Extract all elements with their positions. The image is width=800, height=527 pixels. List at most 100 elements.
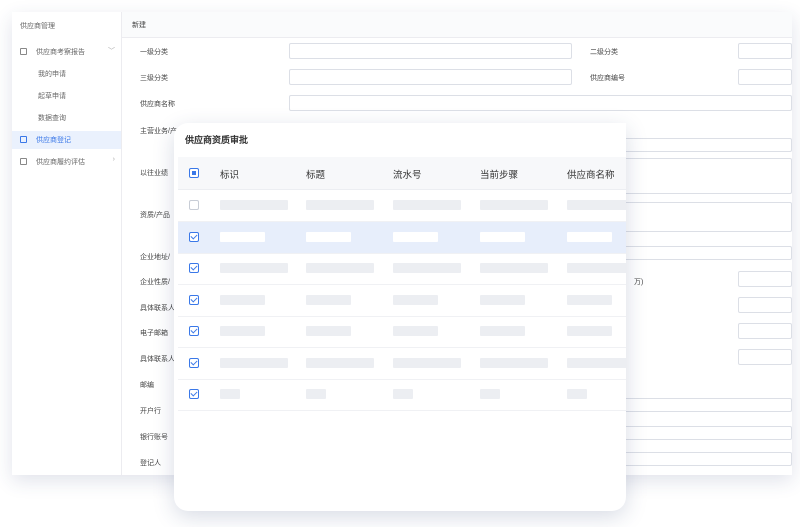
sidebar-item-label: 供应商考察报告 (36, 49, 85, 56)
cell-placeholder (393, 200, 461, 210)
table-row[interactable] (178, 285, 626, 317)
bank-input[interactable] (612, 398, 792, 412)
row-checkbox[interactable] (189, 326, 199, 336)
cell-placeholder (220, 357, 288, 368)
cell-placeholder (393, 294, 438, 305)
calendar-icon (20, 48, 27, 55)
label-level1: 一级分类 (140, 49, 168, 56)
column-header[interactable]: 当前步骤 (480, 167, 518, 181)
label-supplier-code: 供应商编号 (590, 75, 625, 82)
cell-placeholder (306, 231, 351, 242)
table-row[interactable] (178, 190, 626, 222)
label-nature: 企业性质/ (140, 279, 170, 286)
cell-placeholder (306, 389, 326, 399)
label-qualification: 资质/产品 (140, 212, 170, 219)
select-all-checkbox[interactable] (189, 168, 199, 178)
sidebar-item-label: 供应商登记 (36, 137, 71, 144)
capital-input[interactable] (738, 271, 792, 287)
account-input[interactable] (612, 426, 792, 440)
label-level3: 三级分类 (140, 75, 168, 82)
row-checkbox[interactable] (189, 357, 199, 368)
cell-placeholder (306, 326, 351, 336)
cell-placeholder (220, 263, 288, 273)
label-registrant: 登记人 (140, 460, 161, 467)
cell-placeholder (393, 389, 413, 399)
cell-placeholder (393, 231, 438, 242)
sidebar: 供应商管理 供应商考察报告 ﹀ 我的申请 起草申请 数据查询 供应商登记 供应商… (12, 12, 122, 475)
sidebar-item-draft-application[interactable]: 起草申请 (12, 87, 121, 105)
page-title: 新建 (132, 22, 146, 29)
cell-placeholder (480, 200, 548, 210)
column-header[interactable]: 标题 (306, 167, 325, 181)
cell-placeholder (306, 357, 374, 368)
cell-placeholder (480, 294, 525, 305)
past-performance-input[interactable] (612, 158, 792, 194)
address-input[interactable] (612, 246, 792, 260)
level1-input[interactable] (289, 43, 572, 59)
column-header[interactable]: 供应商名称 (567, 167, 615, 181)
page-header: 新建 (122, 12, 792, 38)
qualification-input[interactable] (612, 202, 792, 232)
label-past-performance: 以往业绩 (140, 170, 168, 177)
chevron-right-icon: › (112, 156, 115, 163)
table-row[interactable] (178, 221, 626, 254)
level3-input[interactable] (289, 69, 572, 85)
cell-placeholder (393, 357, 461, 368)
row-checkbox[interactable] (189, 263, 199, 273)
email-input[interactable] (738, 323, 792, 339)
sidebar-item-inspection-report[interactable]: 供应商考察报告 ﹀ (12, 43, 121, 61)
cell-placeholder (220, 326, 265, 336)
sidebar-item-supplier-registration[interactable]: 供应商登记 (12, 131, 121, 149)
row-checkbox[interactable] (189, 231, 199, 242)
cell-placeholder (220, 231, 265, 242)
cell-placeholder (220, 389, 240, 399)
cell-placeholder (393, 263, 461, 273)
table-row[interactable] (178, 316, 626, 348)
column-header[interactable]: 标识 (220, 167, 239, 181)
approval-table-card: 供应商资质审批 标识 标题 流水号 当前步骤 供应商名称 (174, 123, 626, 511)
table-header: 标识 标题 流水号 当前步骤 供应商名称 (178, 157, 626, 190)
cell-placeholder (480, 326, 525, 336)
main-business-input[interactable] (612, 138, 792, 152)
table-row[interactable] (178, 253, 626, 285)
register-icon (20, 136, 27, 143)
label-main-business: 主营业务/产 (140, 128, 177, 135)
sidebar-item-label: 供应商履约评估 (36, 159, 85, 166)
card-title: 供应商资质审批 (185, 135, 249, 145)
cell-placeholder (567, 263, 626, 273)
cell-placeholder (480, 389, 500, 399)
cell-placeholder (567, 294, 612, 305)
table-row[interactable] (178, 379, 626, 411)
column-header[interactable]: 流水号 (393, 167, 422, 181)
row-checkbox[interactable] (189, 200, 199, 210)
cell-placeholder (480, 263, 548, 273)
table-row[interactable] (178, 348, 626, 380)
contact2-input[interactable] (738, 349, 792, 365)
cell-placeholder (306, 294, 351, 305)
row-checkbox[interactable] (189, 294, 199, 305)
sidebar-item-performance-evaluation[interactable]: 供应商履约评估 › (12, 153, 121, 171)
cell-placeholder (480, 231, 525, 242)
registrant-input[interactable] (612, 452, 792, 466)
cell-placeholder (567, 357, 626, 368)
chevron-down-icon: ﹀ (108, 48, 115, 55)
row-checkbox[interactable] (189, 389, 199, 399)
cell-placeholder (567, 326, 612, 336)
supplier-name-input[interactable] (289, 95, 792, 111)
level2-input[interactable] (738, 43, 792, 59)
cell-placeholder (480, 357, 548, 368)
sidebar-item-label: 起草申请 (38, 93, 66, 100)
sidebar-item-data-query[interactable]: 数据查询 (12, 109, 121, 127)
cell-placeholder (220, 200, 288, 210)
supplier-code-input[interactable] (738, 69, 792, 85)
label-postcode: 邮编 (140, 382, 154, 389)
label-supplier-name: 供应商名称 (140, 101, 175, 108)
label-contact2: 具体联系人 (140, 356, 175, 363)
contact1-input[interactable] (738, 297, 792, 313)
label-level2: 二级分类 (590, 49, 618, 56)
label-contact1: 具体联系人 (140, 305, 175, 312)
sidebar-item-label: 数据查询 (38, 115, 66, 122)
label-email: 电子邮箱 (140, 330, 168, 337)
sidebar-item-my-applications[interactable]: 我的申请 (12, 65, 121, 83)
label-account: 银行账号 (140, 434, 168, 441)
